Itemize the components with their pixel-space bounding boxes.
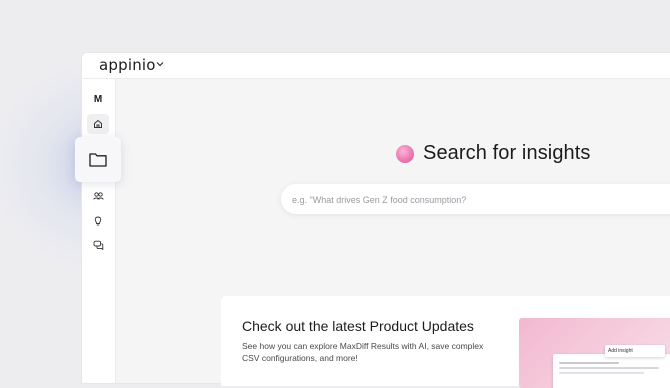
page-title: Search for insights <box>423 142 591 164</box>
sidebar-item-chat[interactable] <box>87 235 109 255</box>
updates-description: See how you can explore MaxDiff Results … <box>242 341 484 363</box>
updates-title: Check out the latest Product Updates <box>242 318 474 334</box>
ai-orb-icon <box>396 144 414 163</box>
product-updates-card[interactable]: Check out the latest Product Updates See… <box>221 296 670 388</box>
sidebar-item-audience[interactable] <box>87 186 109 206</box>
chat-icon <box>93 240 103 250</box>
appinio-logo[interactable]: appinio <box>99 56 156 74</box>
search-bar[interactable] <box>281 184 670 214</box>
search-input[interactable] <box>290 191 664 209</box>
updates-thumbnail[interactable]: Add insight <box>519 318 670 388</box>
hero-heading: Search for insights <box>396 142 591 165</box>
sidebar-item-home[interactable] <box>87 114 109 134</box>
thumbnail-line <box>559 367 659 369</box>
home-icon <box>94 119 102 128</box>
folder-icon <box>89 153 107 167</box>
sidebar-item-projects[interactable] <box>75 137 121 182</box>
workspace-initial: M <box>93 93 103 105</box>
chevron-down-icon[interactable] <box>155 59 165 69</box>
thumbnail-line <box>559 372 644 374</box>
thumbnail-add-insight-button: Add insight <box>605 345 665 357</box>
sidebar-item-insights[interactable] <box>87 211 109 231</box>
workspace-switcher[interactable]: M <box>87 89 109 109</box>
thumbnail-preview-card <box>553 354 670 388</box>
top-bar: appinio <box>82 53 670 79</box>
sidebar: M <box>82 79 116 383</box>
thumbnail-button-label: Add insight <box>608 348 633 354</box>
lightbulb-icon <box>94 216 102 225</box>
thumbnail-line <box>559 362 619 364</box>
users-icon <box>92 192 104 200</box>
